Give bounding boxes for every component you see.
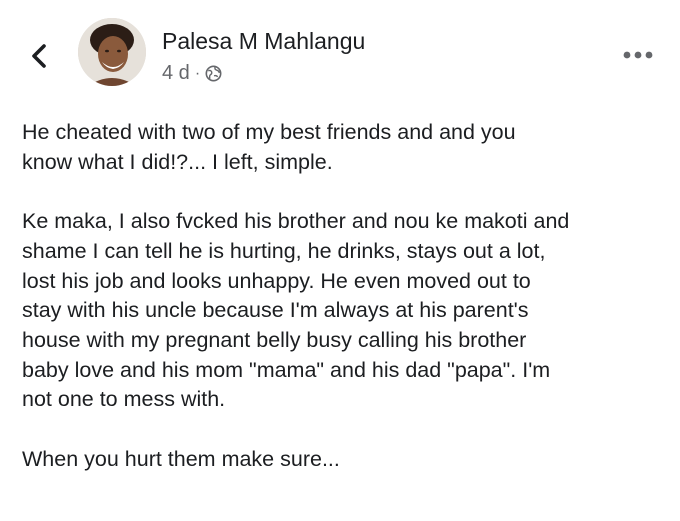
globe-icon[interactable] xyxy=(205,65,222,82)
post-paragraph: He cheated with two of my best friends a… xyxy=(22,120,516,174)
back-button[interactable] xyxy=(28,40,52,72)
post-paragraph: When you hurt them make sure... xyxy=(22,446,340,471)
more-options-button[interactable] xyxy=(622,48,654,60)
more-horizontal-icon xyxy=(623,51,653,59)
meta-separator: · xyxy=(194,64,201,82)
post-header: Palesa M Mahlangu 4 d · xyxy=(0,0,680,100)
chevron-left-icon xyxy=(32,44,46,68)
post-timestamp[interactable]: 4 d xyxy=(162,62,190,85)
post-paragraph: Ke maka, I also fvcked his brother and n… xyxy=(22,209,570,412)
post-text: He cheated with two of my best friends a… xyxy=(22,118,672,474)
avatar[interactable] xyxy=(78,18,146,86)
author-name[interactable]: Palesa M Mahlangu xyxy=(162,28,365,55)
avatar-image xyxy=(78,18,146,86)
post-meta: 4 d · xyxy=(162,62,222,85)
